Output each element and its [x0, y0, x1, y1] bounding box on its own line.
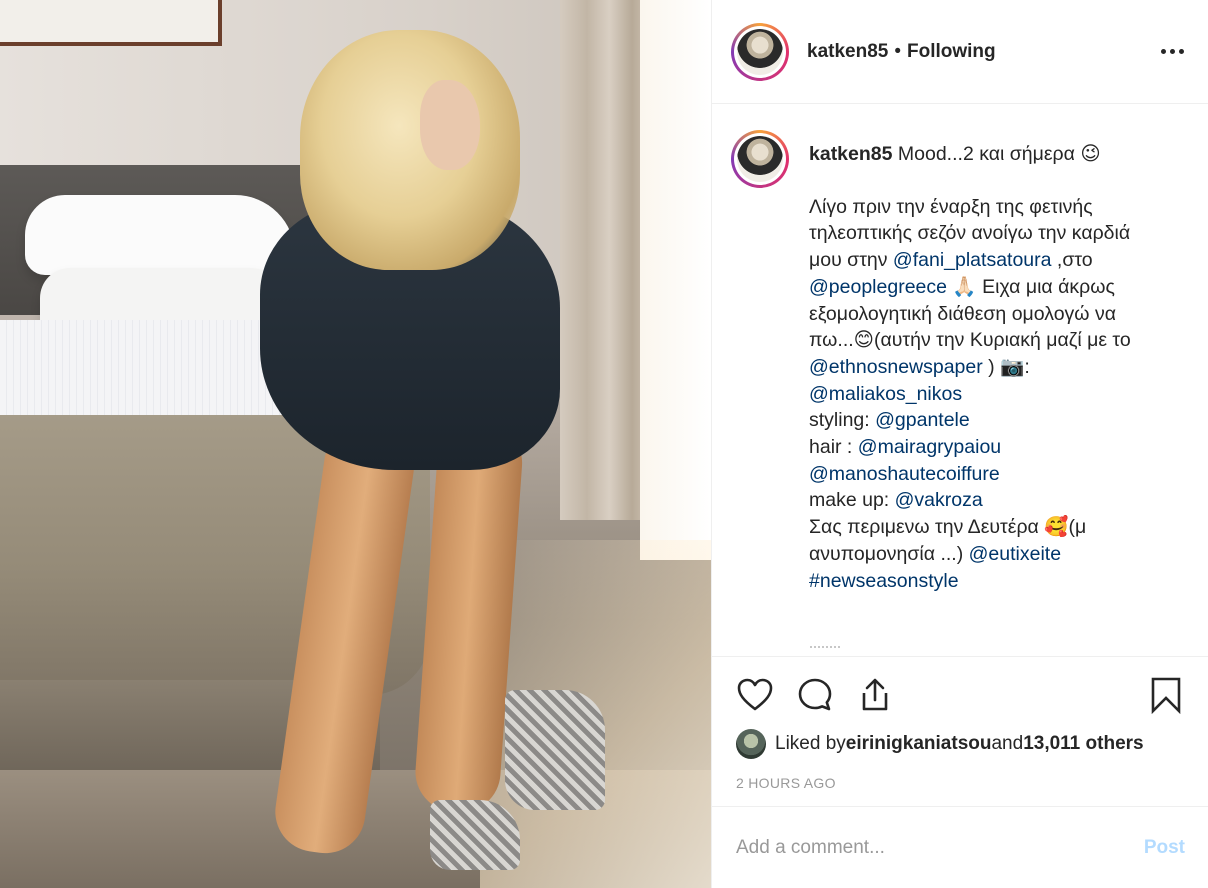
bookmark-icon[interactable]: [1147, 676, 1185, 714]
caption-line: styling:: [809, 409, 876, 432]
comment-icon[interactable]: [796, 676, 834, 714]
mention-link[interactable]: @fani_platsatoura: [893, 249, 1052, 271]
post-header: katken85 • Following: [712, 0, 1208, 104]
mention-link[interactable]: @mairagrypaiou: [858, 436, 1001, 458]
caption-body: Λίγο πριν την έναρξη της φετινής τηλεοπτ…: [809, 194, 1149, 595]
share-icon[interactable]: [856, 676, 894, 714]
mention-link[interactable]: @peoplegreece: [809, 276, 947, 298]
caption-username[interactable]: katken85: [809, 143, 892, 165]
comment-input[interactable]: [736, 836, 1144, 859]
caption-text: katken85 Mood...2 και σήμερα 😉 Λίγο πριν…: [809, 141, 1149, 594]
photo-person-face: [420, 80, 480, 170]
header-username[interactable]: katken85: [807, 41, 888, 63]
scroll-fade-indicator: [810, 646, 840, 654]
caption: katken85 Mood...2 και σήμερα 😉 Λίγο πριν…: [731, 130, 1189, 594]
header-separator: •: [894, 40, 901, 62]
photo-picture-frame: [0, 0, 222, 46]
caption-line: hair :: [809, 436, 858, 459]
heart-icon[interactable]: [736, 676, 774, 714]
mention-link[interactable]: @vakroza: [895, 489, 983, 511]
post-side-panel: katken85 • Following katken85 Mood...2 κ…: [711, 0, 1208, 888]
comments-section: katken85 Mood...2 και σήμερα 😉 Λίγο πριν…: [712, 104, 1208, 656]
post-photo[interactable]: [0, 0, 711, 888]
caption-avatar[interactable]: [731, 130, 789, 188]
likes-prefix: Liked by: [775, 733, 846, 754]
photo-person-hair: [300, 30, 520, 270]
avatar[interactable]: [731, 22, 789, 81]
avatar-image: [737, 136, 783, 182]
caption-title: Mood...2 και σήμερα 😉: [897, 143, 1101, 165]
mention-link[interactable]: @maliakos_nikos: [809, 383, 962, 405]
photo-pillow: [25, 195, 295, 275]
likes-summary: Liked by eirinigkaniatsou and 13,011 oth…: [736, 729, 1185, 759]
caption-line: ) 📷:: [982, 355, 1030, 378]
action-icon-row: [736, 675, 1185, 715]
likes-others[interactable]: 13,011 others: [1023, 733, 1143, 755]
avatar-image: [737, 28, 783, 75]
photo-shoe: [430, 800, 520, 870]
hashtag-link[interactable]: #newseasonstyle: [809, 570, 959, 592]
liker-avatar[interactable]: [736, 729, 766, 759]
mention-link[interactable]: @manoshautecoiffure: [809, 463, 1000, 485]
ellipsis-icon[interactable]: [1161, 49, 1184, 54]
caption-line: make up:: [809, 489, 895, 512]
caption-line: ,στο: [1051, 249, 1093, 272]
likes-middle: and: [991, 733, 1024, 754]
mention-link[interactable]: @eutixeite: [969, 543, 1061, 565]
mention-link[interactable]: @gpantele: [875, 409, 970, 431]
post-timestamp[interactable]: 2 HOURS AGO: [736, 775, 1185, 791]
post-button[interactable]: Post: [1144, 837, 1185, 859]
photo-curtain: [560, 0, 650, 520]
mention-link[interactable]: @ethnosnewspaper: [809, 356, 983, 378]
liker-username[interactable]: eirinigkaniatsou: [846, 733, 992, 755]
photo-window: [640, 0, 711, 560]
post-actions: Liked by eirinigkaniatsou and 13,011 oth…: [712, 656, 1208, 806]
add-comment-bar: Post: [712, 806, 1208, 888]
following-button[interactable]: Following: [907, 41, 996, 63]
photo-shoe: [505, 690, 605, 810]
